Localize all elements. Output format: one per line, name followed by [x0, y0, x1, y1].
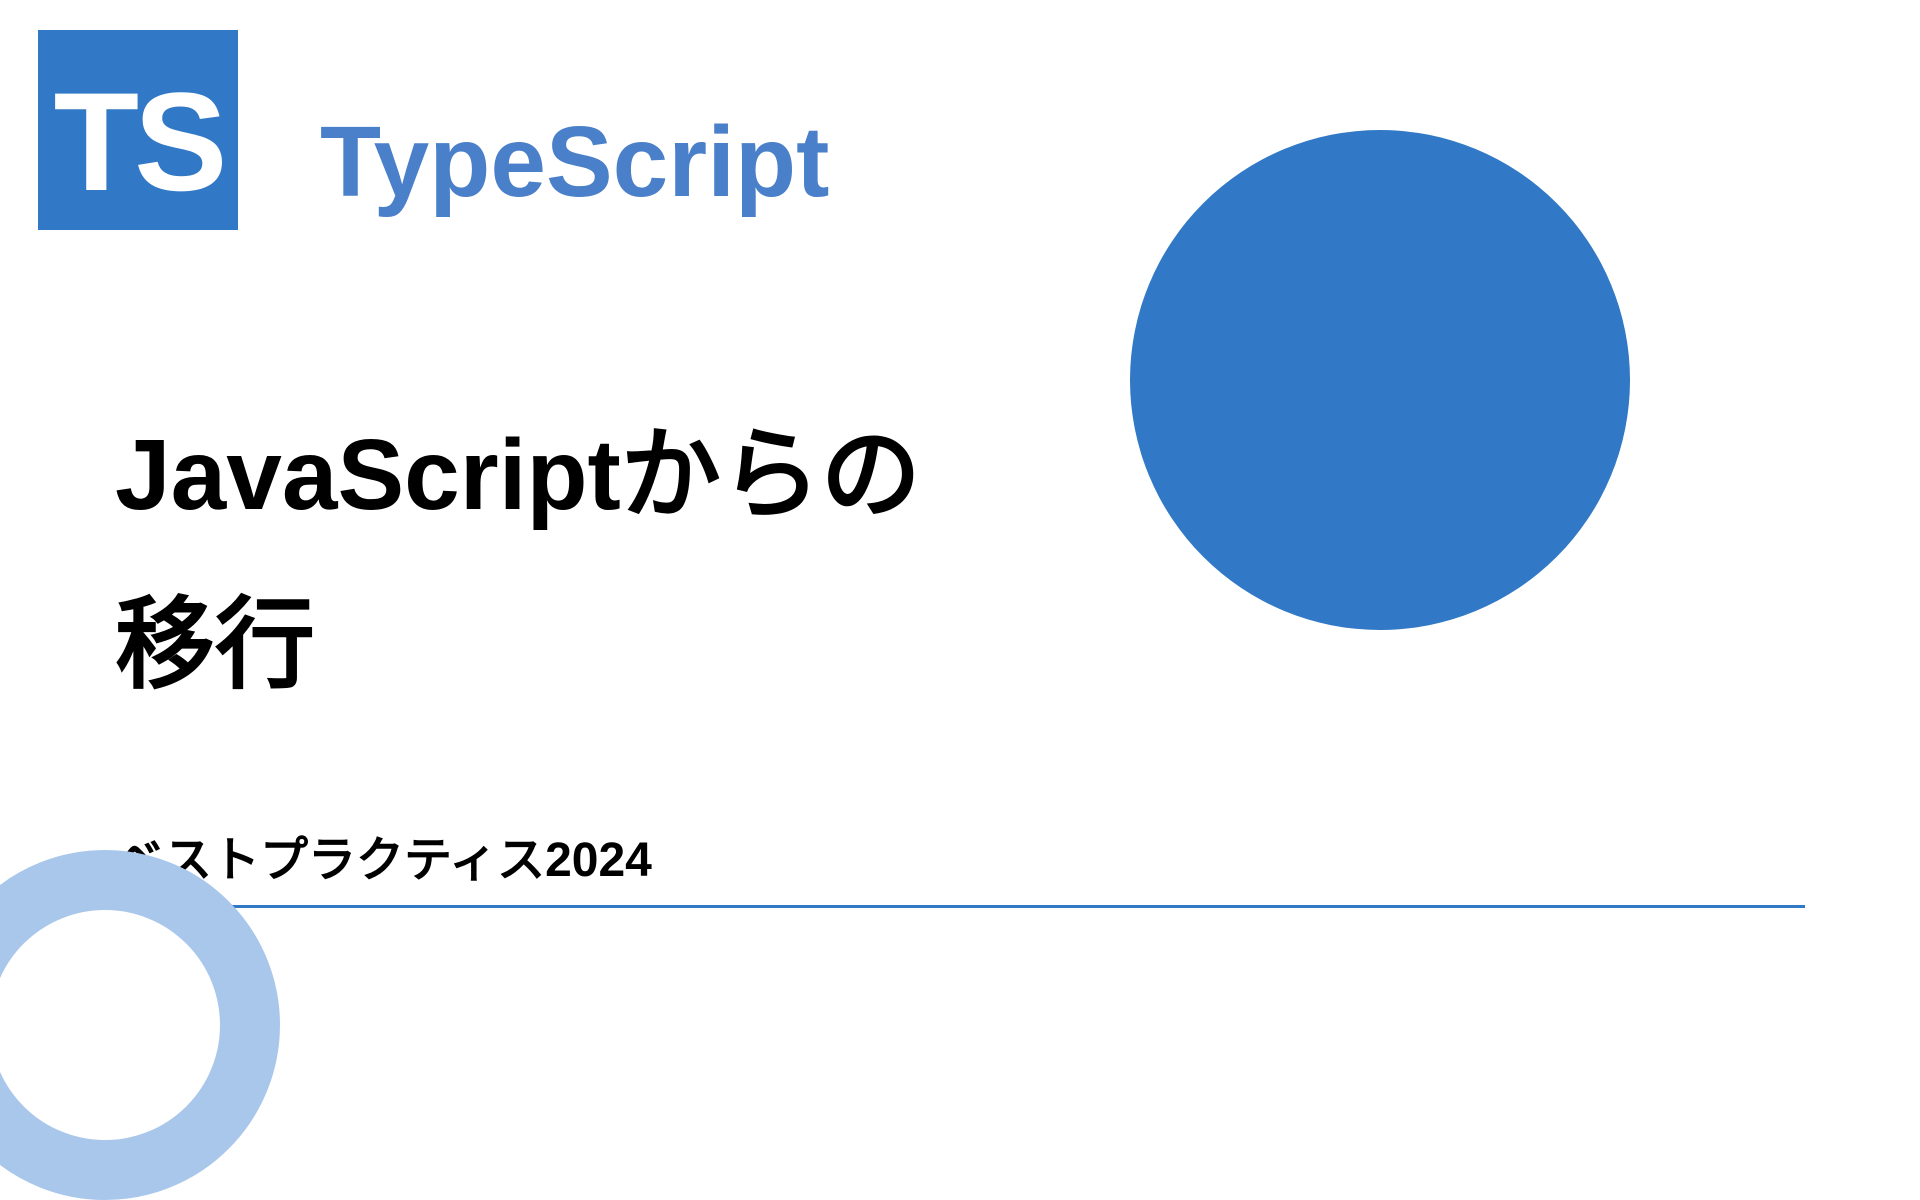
- decorative-circle-ring: [0, 850, 280, 1200]
- typescript-logo-box: TS: [38, 30, 238, 230]
- brand-title: TypeScript: [320, 105, 829, 220]
- typescript-logo-text: TS: [54, 72, 223, 212]
- divider-line: [115, 905, 1805, 908]
- main-title-line2: 移行: [115, 589, 315, 701]
- main-title: JavaScriptからの 移行: [115, 390, 921, 730]
- main-title-line1: JavaScriptからの: [115, 419, 921, 531]
- decorative-circle-solid: [1130, 130, 1630, 630]
